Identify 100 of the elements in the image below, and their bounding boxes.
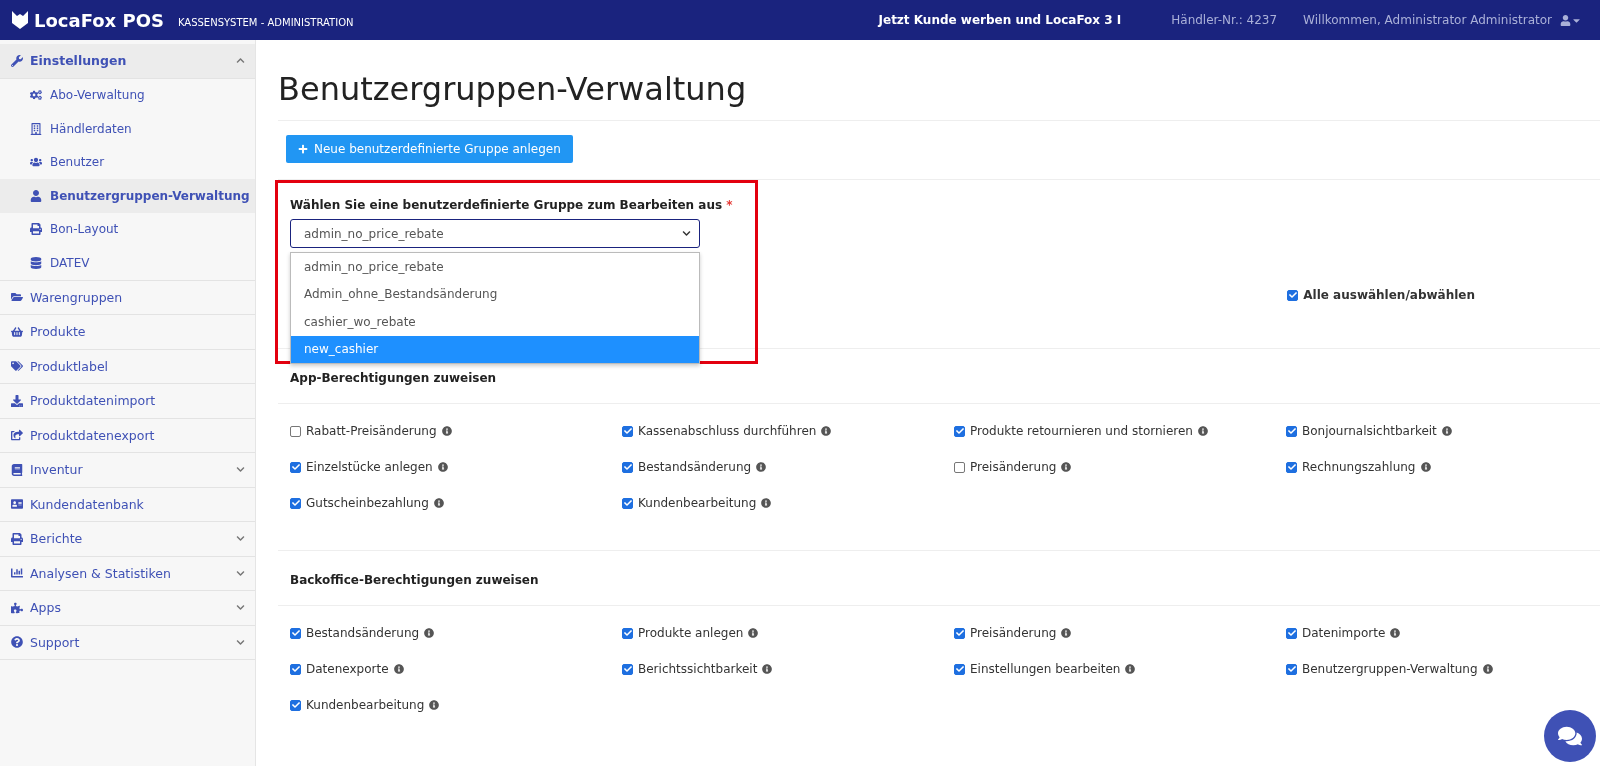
info-icon[interactable] <box>429 700 440 710</box>
permission-checkbox[interactable]: Rechnungszahlung <box>1286 460 1416 474</box>
permission-checkbox[interactable]: Datenexporte <box>290 662 389 676</box>
plus-icon <box>298 144 308 154</box>
permission-checkbox[interactable]: Produkte retournieren und stornieren <box>954 424 1193 438</box>
checkbox[interactable] <box>622 627 633 639</box>
checkbox[interactable] <box>290 627 301 639</box>
permission-checkbox[interactable]: Datenimporte <box>1286 626 1386 640</box>
sidebar-subitem[interactable]: Benutzer <box>0 145 255 179</box>
permission-checkbox[interactable]: Bestandsänderung <box>290 626 420 640</box>
info-icon[interactable] <box>821 426 832 436</box>
info-icon[interactable] <box>1390 628 1401 638</box>
group-select[interactable]: admin_no_price_rebate <box>290 219 700 248</box>
checkbox[interactable] <box>290 425 301 437</box>
sidebar-item[interactable]: Einstellungen <box>0 44 255 79</box>
checkbox[interactable] <box>1286 461 1297 473</box>
permission-checkbox[interactable]: Bestandsänderung <box>622 460 752 474</box>
checkbox[interactable] <box>954 627 965 639</box>
permission-checkbox[interactable]: Einzelstücke anlegen <box>290 460 433 474</box>
info-icon[interactable] <box>393 664 404 674</box>
permission-checkbox[interactable]: Rabatt-Preisänderung <box>290 424 437 438</box>
info-icon[interactable] <box>437 462 448 472</box>
permission-checkbox[interactable]: Benutzergruppen-Verwaltung <box>1286 662 1478 676</box>
checkbox[interactable] <box>622 497 633 509</box>
checkbox[interactable] <box>1287 289 1299 301</box>
check-icon <box>623 463 632 471</box>
sidebar-item[interactable]: Inventur <box>0 453 255 488</box>
checkbox[interactable] <box>954 461 965 473</box>
permission-checkbox[interactable]: Berichtssichtbarkeit <box>622 662 758 676</box>
sidebar-item[interactable]: Support <box>0 625 255 660</box>
check-icon <box>291 701 300 709</box>
check-icon <box>623 499 632 507</box>
info-icon[interactable] <box>441 426 452 436</box>
checkbox[interactable] <box>622 663 633 675</box>
info-icon[interactable] <box>424 628 435 638</box>
sidebar-item[interactable]: Produktdatenimport <box>0 384 255 419</box>
checkbox[interactable] <box>1286 663 1297 675</box>
info-icon[interactable] <box>1061 628 1072 638</box>
permission-checkbox[interactable]: Kundenbearbeitung <box>290 698 425 712</box>
dropdown-option[interactable]: cashier_wo_rebate <box>291 308 699 336</box>
info-icon[interactable] <box>1420 462 1431 472</box>
checkbox[interactable] <box>290 497 301 509</box>
permission-checkbox[interactable]: Produkte anlegen <box>622 626 744 640</box>
sidebar-item[interactable]: Berichte <box>0 522 255 557</box>
sidebar-item[interactable]: Apps <box>0 591 255 626</box>
chevron-icon <box>236 56 245 66</box>
sidebar-subitem[interactable]: Abo-Verwaltung <box>0 78 255 112</box>
sidebar-item[interactable]: Produktlabel <box>0 349 255 384</box>
permission-checkbox[interactable]: Gutscheinbezahlung <box>290 496 429 510</box>
check-icon <box>291 629 300 637</box>
welcome-text: Willkommen, Administrator Administrator <box>1303 13 1552 27</box>
chevron-icon <box>682 229 691 238</box>
select-label: Wählen Sie eine benutzerdefinierte Gruppe zum Bearbeiten aus * <box>290 198 734 212</box>
checkbox[interactable] <box>954 663 965 675</box>
info-icon[interactable] <box>1482 664 1493 674</box>
checkbox[interactable] <box>1286 627 1297 639</box>
info-icon[interactable] <box>756 462 767 472</box>
check-icon <box>955 665 964 673</box>
dropdown-option[interactable]: Admin_ohne_Bestandsänderung <box>291 280 699 308</box>
sidebar-item[interactable]: Analysen & Statistiken <box>0 556 255 591</box>
info-icon[interactable] <box>433 498 444 508</box>
info-icon[interactable] <box>1061 462 1072 472</box>
sidebar-subitem[interactable]: DATEV <box>0 246 255 280</box>
sidebar-item[interactable]: Produkte <box>0 315 255 350</box>
check-icon <box>291 499 300 507</box>
checkbox[interactable] <box>622 425 633 437</box>
info-icon[interactable] <box>1198 426 1208 436</box>
checkbox[interactable] <box>954 425 965 437</box>
chat-button[interactable] <box>1544 710 1596 762</box>
permission-checkbox[interactable]: Kundenbearbeitung <box>622 496 757 510</box>
sidebar-subitem[interactable]: Benutzergruppen-Verwaltung <box>0 179 255 213</box>
sidebar-item[interactable]: Kundendatenbank <box>0 487 255 522</box>
sidebar-icon <box>29 256 43 269</box>
sidebar-subitem[interactable]: Händlerdaten <box>0 112 255 146</box>
sidebar-icon <box>29 89 43 102</box>
check-icon <box>291 463 300 471</box>
user-menu-icon[interactable] <box>1560 14 1582 26</box>
sidebar-item[interactable]: Warengruppen <box>0 280 255 315</box>
checkbox[interactable] <box>290 699 301 711</box>
permission-checkbox[interactable]: Einstellungen bearbeiten <box>954 662 1121 676</box>
referral-link[interactable]: Jetzt Kunde werben und LocaFox 3 I <box>878 13 1122 27</box>
permission-checkbox[interactable]: Preisänderung <box>954 460 1057 474</box>
checkbox[interactable] <box>290 663 301 675</box>
sidebar-icon <box>10 463 24 476</box>
dropdown-option[interactable]: admin_no_price_rebate <box>291 253 699 281</box>
checkbox[interactable] <box>290 461 301 473</box>
checkbox[interactable] <box>622 461 633 473</box>
info-icon[interactable] <box>1125 664 1136 674</box>
info-icon[interactable] <box>1441 426 1452 436</box>
permission-checkbox[interactable]: Preisänderung <box>954 626 1057 640</box>
info-icon[interactable] <box>748 628 759 638</box>
permission-checkbox[interactable]: Kassenabschluss durchführen <box>622 424 817 438</box>
select-all-checkbox[interactable]: Alle auswählen/abwählen <box>1287 288 1475 302</box>
info-icon[interactable] <box>761 498 772 508</box>
sidebar-subitem[interactable]: Bon-Layout <box>0 212 255 246</box>
info-icon[interactable] <box>762 664 773 674</box>
permission-checkbox[interactable]: Bonjournalsichtbarkeit <box>1286 424 1437 438</box>
checkbox[interactable] <box>1286 425 1297 437</box>
check-icon <box>623 629 632 637</box>
sidebar-item[interactable]: Produktdatenexport <box>0 418 255 453</box>
